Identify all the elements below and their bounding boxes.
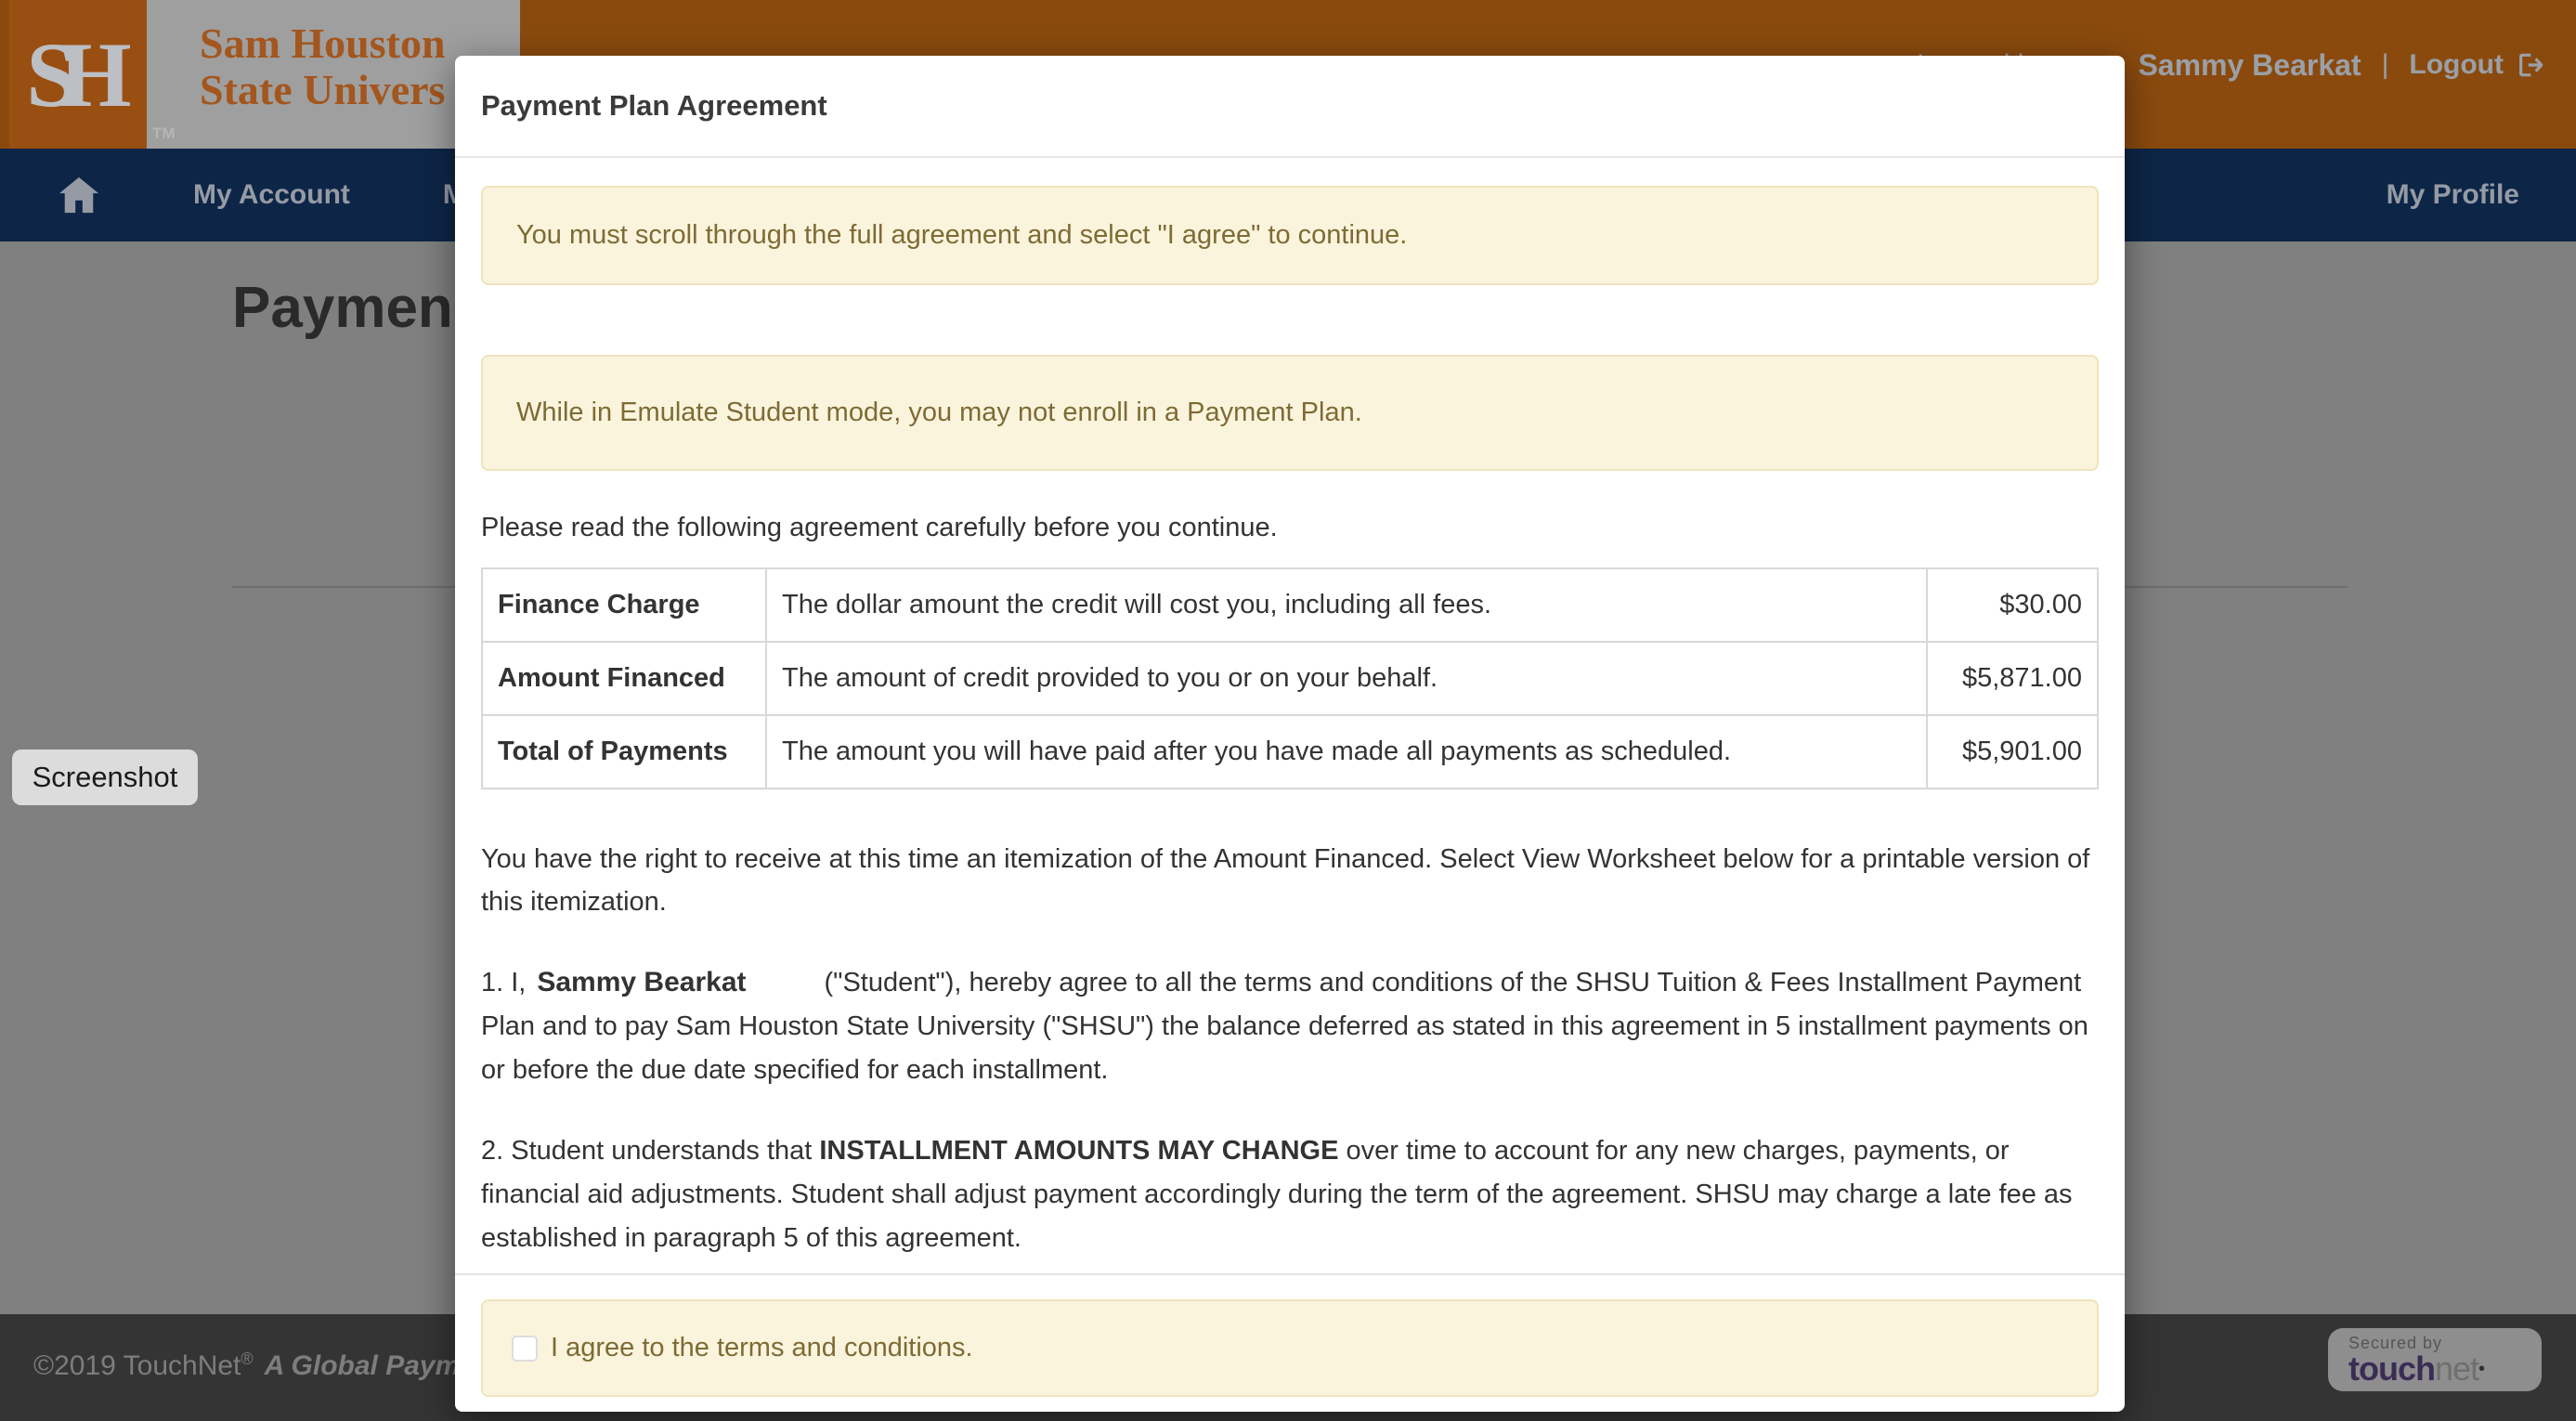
agree-section: I agree to the terms and conditions. xyxy=(481,1299,2099,1397)
agreement-intro: Please read the following agreement care… xyxy=(481,513,1278,542)
row-label: Total of Payments xyxy=(481,714,767,789)
user-name: Sammy Bearkat xyxy=(2138,47,2361,82)
clause-2-prefix: 2. Student understands that xyxy=(481,1136,820,1166)
touchnet-logo-bold: touch xyxy=(2348,1349,2436,1388)
university-name-line1: Sam Houston xyxy=(200,20,446,67)
agree-checkbox[interactable] xyxy=(512,1335,538,1362)
home-icon xyxy=(58,176,100,215)
screenshot-chip[interactable]: Screenshot xyxy=(12,750,198,805)
scroll-instruction-alert: You must scroll through the full agreeme… xyxy=(481,186,2099,285)
registered-mark: ® xyxy=(241,1349,254,1368)
table-row: Amount Financed The amount of credit pro… xyxy=(481,641,2099,716)
logout-icon xyxy=(2515,50,2544,80)
session-separator: | xyxy=(2381,49,2389,80)
university-logo: SH xyxy=(9,0,147,149)
row-description: The dollar amount the credit will cost y… xyxy=(765,567,1928,643)
touchnet-logo-light: net xyxy=(2434,1349,2479,1388)
row-amount: $5,901.00 xyxy=(1926,714,2099,789)
agree-label[interactable]: I agree to the terms and conditions. xyxy=(551,1333,973,1363)
page-title: Paymen xyxy=(232,276,453,340)
nav-item-my-account[interactable]: My Account xyxy=(193,179,350,211)
touchnet-badge: Secured by touchnet• xyxy=(2328,1328,2542,1391)
table-row: Finance Charge The dollar amount the cre… xyxy=(481,567,2099,643)
finance-summary-table: Finance Charge The dollar amount the cre… xyxy=(481,567,2099,789)
table-row: Total of Payments The amount you will ha… xyxy=(481,714,2099,789)
nav-item-my-profile[interactable]: My Profile xyxy=(2387,179,2519,211)
logout-link[interactable]: Logout xyxy=(2409,49,2544,81)
logout-label: Logout xyxy=(2409,49,2504,80)
student-name: Sammy Bearkat xyxy=(537,967,747,997)
screen: SH Sam Houston State Univers TM Logged i… xyxy=(0,0,2576,1421)
emulate-mode-alert: While in Emulate Student mode, you may n… xyxy=(481,355,2099,471)
row-amount: $30.00 xyxy=(1926,567,2099,643)
clause-2-bold: INSTALLMENT AMOUNTS MAY CHANGE xyxy=(819,1136,1339,1166)
scroll-instruction-text: You must scroll through the full agreeme… xyxy=(516,220,1408,250)
row-amount: $5,871.00 xyxy=(1926,641,2099,716)
copyright-fragment: ©2019 TouchNet xyxy=(33,1350,241,1381)
logo-monogram: SH xyxy=(26,22,131,126)
agreement-scroll-area[interactable]: While in Emulate Student mode, you may n… xyxy=(455,355,2125,1275)
dialog-footer: Print Worksheet Print Agreement Back Can… xyxy=(455,1397,2125,1412)
row-label: Amount Financed xyxy=(481,641,767,716)
row-description: The amount you will have paid after you … xyxy=(765,714,1928,789)
payment-plan-agreement-dialog: Payment Plan Agreement You must scroll t… xyxy=(455,56,2125,1412)
university-name: Sam Houston State Univers xyxy=(200,20,446,113)
trademark-label: TM xyxy=(152,124,176,142)
nav-home[interactable] xyxy=(58,176,100,215)
dialog-body: You must scroll through the full agreeme… xyxy=(455,158,2125,1397)
row-label: Finance Charge xyxy=(481,567,767,643)
university-name-line2: State Univers xyxy=(200,66,446,113)
clause-1: 1. I, Sammy Bearkat ("Student"), hereby ag… xyxy=(481,960,2099,1092)
clause-2: 2. Student understands that INSTALLMENT … xyxy=(481,1129,2099,1260)
itemization-paragraph: You have the right to receive at this ti… xyxy=(481,844,2090,917)
emulate-mode-text: While in Emulate Student mode, you may n… xyxy=(516,398,1362,427)
touchnet-logo-dot: • xyxy=(2478,1359,2485,1379)
row-description: The amount of credit provided to you or … xyxy=(765,641,1928,716)
clause-1-prefix: 1. I, xyxy=(481,968,527,997)
touchnet-logo: touchnet• xyxy=(2348,1352,2542,1386)
dialog-header: Payment Plan Agreement xyxy=(455,56,2125,158)
dialog-title: Payment Plan Agreement xyxy=(481,89,827,122)
